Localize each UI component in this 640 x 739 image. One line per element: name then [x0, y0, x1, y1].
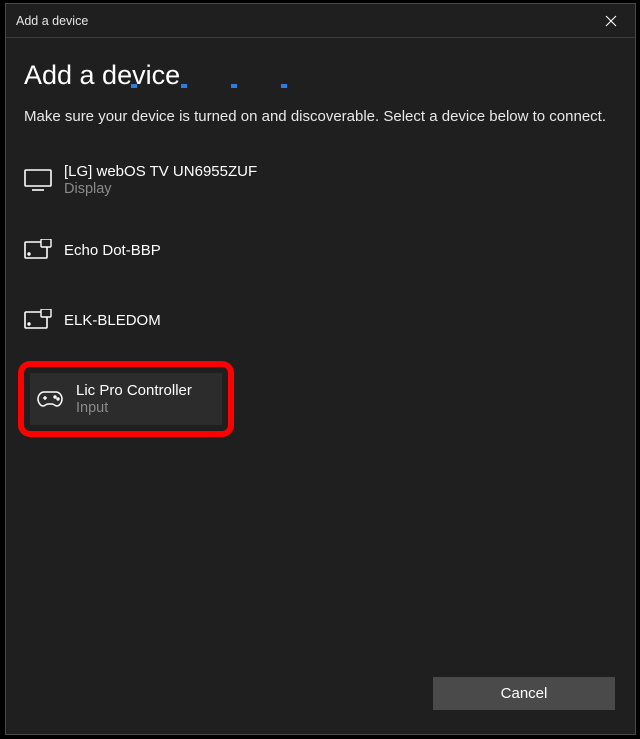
- display-icon: [24, 169, 64, 191]
- footer: Cancel: [433, 677, 615, 710]
- content-area: Add a device Make sure your device is tu…: [6, 38, 635, 734]
- device-list: [LG] webOS TV UN6955ZUF Display Echo Dot…: [24, 151, 617, 437]
- gamepad-icon: [36, 389, 76, 409]
- cancel-button[interactable]: Cancel: [433, 677, 615, 710]
- background-artifact: [131, 84, 287, 88]
- device-item-echo-dot[interactable]: Echo Dot-BBP: [24, 221, 617, 279]
- device-name: [LG] webOS TV UN6955ZUF: [64, 163, 257, 180]
- device-generic-icon: [24, 309, 64, 331]
- device-subtitle: Display: [64, 181, 257, 197]
- titlebar: Add a device: [6, 4, 635, 38]
- close-button[interactable]: [588, 5, 633, 37]
- page-heading: Add a device: [24, 60, 617, 91]
- device-subtitle: Input: [76, 400, 192, 416]
- window-title: Add a device: [16, 14, 588, 28]
- device-item-pro-controller[interactable]: Lic Pro Controller Input: [30, 373, 222, 425]
- add-device-window: Add a device Add a device Make sure your…: [5, 3, 636, 735]
- device-name: ELK-BLEDOM: [64, 312, 161, 329]
- device-item-lg-tv[interactable]: [LG] webOS TV UN6955ZUF Display: [24, 151, 617, 209]
- device-generic-icon: [24, 239, 64, 261]
- annotation-highlight: Lic Pro Controller Input: [18, 361, 234, 437]
- device-item-elk-bledom[interactable]: ELK-BLEDOM: [24, 291, 617, 349]
- device-name: Echo Dot-BBP: [64, 242, 161, 259]
- page-subtext: Make sure your device is turned on and d…: [24, 107, 614, 127]
- device-name: Lic Pro Controller: [76, 382, 192, 399]
- close-icon: [605, 15, 617, 27]
